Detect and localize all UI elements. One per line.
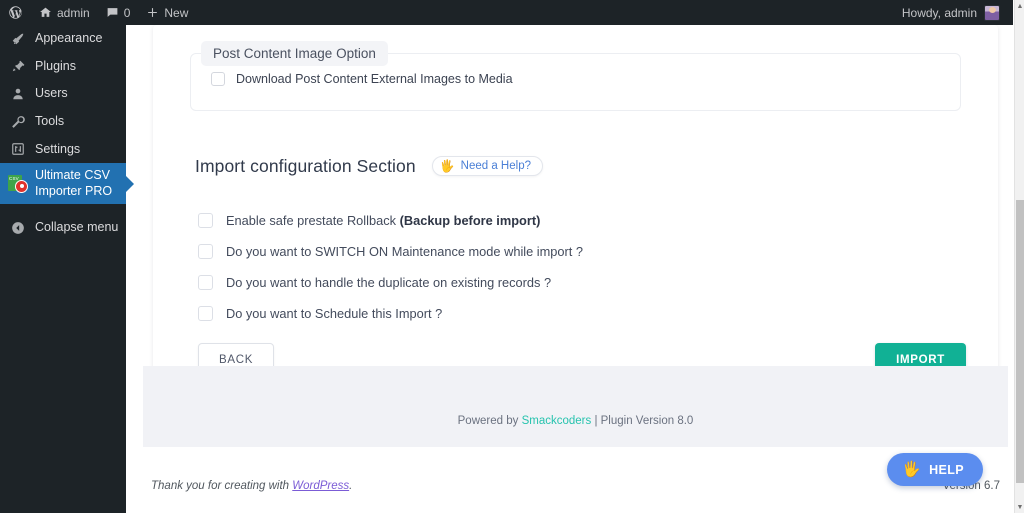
- download-external-images-checkbox[interactable]: [211, 72, 225, 86]
- main-content-area: Post Content Image Option Download Post …: [126, 25, 1014, 513]
- sidebar-item-settings[interactable]: Settings: [0, 136, 126, 164]
- site-name-label: admin: [57, 6, 90, 20]
- new-content-menu[interactable]: New: [138, 0, 196, 25]
- sidebar-item-label: Ultimate CSV Importer PRO: [35, 168, 112, 199]
- sidebar-item-tools[interactable]: Tools: [0, 108, 126, 136]
- option-maintenance-mode-checkbox[interactable]: [198, 244, 213, 259]
- raised-hand-icon: 🖐: [902, 462, 921, 477]
- collapse-arrow-icon: [9, 221, 27, 235]
- fieldset-legend: Post Content Image Option: [201, 41, 388, 66]
- plugin-footer-strip: Powered by Smackcoders | Plugin Version …: [143, 366, 1008, 447]
- need-a-help-button[interactable]: 🖐 Need a Help?: [432, 156, 543, 176]
- wordpress-logo-icon: [8, 5, 23, 20]
- wrench-icon: [9, 115, 27, 129]
- admin-sidebar: Appearance Plugins Users: [0, 25, 126, 513]
- plugin-version-text: | Plugin Version 8.0: [591, 415, 693, 427]
- new-content-label: New: [164, 6, 188, 20]
- comments-menu[interactable]: 0: [98, 0, 139, 25]
- import-configuration-heading-row: Import configuration Section 🖐 Need a He…: [195, 141, 978, 191]
- home-icon: [39, 6, 52, 19]
- download-external-images-label: Download Post Content External Images to…: [236, 72, 513, 86]
- sidebar-item-label: Settings: [35, 142, 80, 158]
- option-rollback-label-bold: (Backup before import): [400, 213, 541, 228]
- vertical-scrollbar-thumb[interactable]: [1016, 200, 1024, 483]
- sidebar-item-label: Appearance: [35, 31, 102, 47]
- paintbrush-icon: [9, 32, 27, 46]
- thank-you-text: Thank you for creating with WordPress.: [151, 480, 352, 492]
- option-handle-duplicate-row[interactable]: Do you want to handle the duplicate on e…: [198, 275, 978, 290]
- download-external-images-row[interactable]: Download Post Content External Images to…: [211, 72, 940, 86]
- wp-admin-footer: Thank you for creating with WordPress. V…: [126, 480, 1014, 492]
- option-rollback-row[interactable]: Enable safe prestate Rollback (Backup be…: [198, 213, 978, 228]
- csv-importer-icon: [9, 175, 27, 193]
- sidebar-item-label: Plugins: [35, 59, 76, 75]
- sidebar-item-appearance[interactable]: Appearance: [0, 25, 126, 53]
- user-icon: [9, 87, 27, 101]
- plus-icon: [146, 6, 159, 19]
- option-handle-duplicate-label: Do you want to handle the duplicate on e…: [226, 275, 551, 290]
- plug-icon: [9, 59, 27, 73]
- thank-you-prefix: Thank you for creating with: [151, 480, 292, 492]
- smackcoders-link[interactable]: Smackcoders: [522, 415, 592, 427]
- avatar: [984, 5, 1000, 21]
- howdy-label: Howdy, admin: [902, 6, 977, 20]
- powered-by-text: Powered by Smackcoders | Plugin Version …: [143, 415, 1008, 427]
- option-schedule-import-label: Do you want to Schedule this Import ?: [226, 306, 442, 321]
- sidebar-item-label: Users: [35, 86, 68, 102]
- post-content-image-option-fieldset: Post Content Image Option Download Post …: [190, 53, 961, 111]
- import-options-list: Enable safe prestate Rollback (Backup be…: [198, 213, 978, 321]
- option-rollback-checkbox[interactable]: [198, 213, 213, 228]
- comment-bubble-icon: [106, 6, 119, 19]
- sidebar-item-ultimate-csv-importer-pro[interactable]: Ultimate CSV Importer PRO: [0, 163, 126, 204]
- wordpress-logo-menu[interactable]: [0, 0, 31, 25]
- import-settings-card: Post Content Image Option Download Post …: [153, 25, 998, 401]
- collapse-menu-label: Collapse menu: [35, 220, 118, 236]
- thank-you-suffix: .: [349, 480, 352, 492]
- my-account-menu[interactable]: Howdy, admin: [894, 5, 1008, 21]
- sidebar-item-users[interactable]: Users: [0, 80, 126, 108]
- admin-bar-right-group: Howdy, admin: [894, 0, 1014, 25]
- option-schedule-import-row[interactable]: Do you want to Schedule this Import ?: [198, 306, 978, 321]
- help-button[interactable]: 🖐 HELP: [887, 453, 983, 486]
- powered-by-prefix: Powered by: [458, 415, 522, 427]
- raised-hand-icon: 🖐: [440, 160, 455, 172]
- option-maintenance-mode-label: Do you want to SWITCH ON Maintenance mod…: [226, 244, 583, 259]
- admin-bar-left-group: admin 0 New: [0, 0, 196, 25]
- sidebar-item-plugins[interactable]: Plugins: [0, 53, 126, 81]
- site-name-menu[interactable]: admin: [31, 0, 98, 25]
- option-maintenance-mode-row[interactable]: Do you want to SWITCH ON Maintenance mod…: [198, 244, 978, 259]
- wordpress-link[interactable]: WordPress: [292, 480, 349, 492]
- wp-admin-bar: admin 0 New Howdy,: [0, 0, 1014, 25]
- need-a-help-label: Need a Help?: [461, 160, 531, 172]
- help-button-label: HELP: [929, 463, 964, 477]
- page-title: Import configuration Section: [195, 156, 416, 177]
- sidebar-item-label: Tools: [35, 114, 64, 130]
- vertical-scrollbar[interactable]: ▲ ▼: [1014, 0, 1024, 513]
- sliders-icon: [9, 142, 27, 156]
- browser-viewport: admin 0 New Howdy,: [0, 0, 1024, 513]
- option-schedule-import-checkbox[interactable]: [198, 306, 213, 321]
- sidebar-collapse-menu[interactable]: Collapse menu: [0, 214, 126, 242]
- scroll-down-arrow-icon[interactable]: ▼: [1015, 501, 1024, 513]
- option-handle-duplicate-checkbox[interactable]: [198, 275, 213, 290]
- scroll-up-arrow-icon[interactable]: ▲: [1015, 0, 1024, 12]
- option-rollback-label: Enable safe prestate Rollback (Backup be…: [226, 213, 540, 228]
- comments-count: 0: [124, 6, 131, 20]
